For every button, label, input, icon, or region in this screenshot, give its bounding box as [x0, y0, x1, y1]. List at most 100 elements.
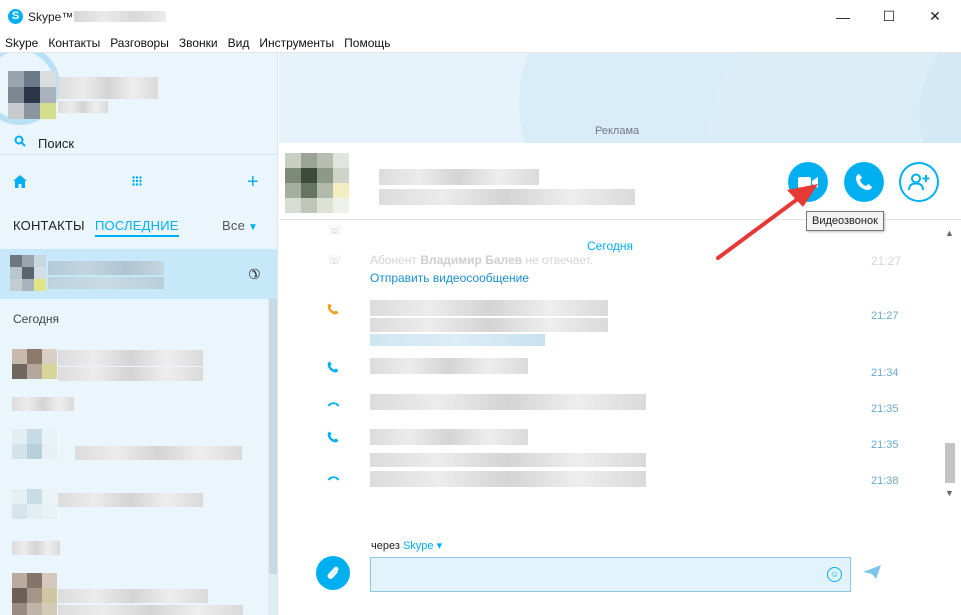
outgoing-call-icon	[327, 431, 339, 446]
scroll-down-arrow-icon[interactable]: ▼	[945, 488, 954, 498]
ad-banner[interactable]: Реклама	[279, 53, 961, 143]
missed-call-icon	[327, 303, 339, 318]
blurred-message	[370, 471, 646, 487]
skype-logo-icon: S	[8, 9, 23, 24]
blurred-user-name	[74, 11, 166, 22]
message-time: 21:38	[871, 475, 899, 487]
title-bar: S Skype™ - — ☐ ✕	[0, 0, 961, 33]
video-call-button[interactable]	[788, 162, 828, 202]
filter-dropdown[interactable]: Все ▼	[222, 218, 258, 233]
faded-time: 21:27	[871, 254, 902, 268]
menu-skype[interactable]: Skype	[0, 33, 43, 52]
audio-call-button[interactable]	[844, 162, 884, 202]
search-label: Поиск	[38, 136, 75, 151]
blurred-message	[370, 394, 646, 410]
window-title: Skype™ -	[28, 10, 81, 24]
avatar[interactable]	[285, 153, 349, 213]
sidebar: Поиск + КОНТАКТЫ ПОСЛЕДНИЕ Все ▼ ✆ Сегодн…	[0, 53, 278, 615]
blurred-link	[370, 334, 545, 346]
conversation-pane: Реклама ☏ Сегодня ☏ Абонент Владимир Бал…	[279, 53, 961, 615]
blurred-contact-name	[75, 446, 242, 460]
menu-calls[interactable]: Звонки	[174, 33, 223, 52]
blurred-contact-extra	[12, 541, 60, 555]
maximize-button[interactable]: ☐	[866, 0, 912, 33]
tab-contacts[interactable]: КОНТАКТЫ	[13, 218, 85, 233]
emoji-icon[interactable]: ☺	[827, 567, 842, 582]
message-time: 21:27	[871, 310, 899, 322]
blurred-contact-name	[58, 589, 208, 603]
missed-call-notice: Абонент Владимир Балев не отвечает.	[370, 253, 594, 267]
contact-tabs: КОНТАКТЫ ПОСЛЕДНИЕ Все ▼	[0, 215, 277, 237]
blurred-message	[370, 429, 528, 445]
avatar	[12, 573, 57, 615]
blurred-contact-status	[48, 277, 164, 289]
search-field[interactable]: Поиск	[0, 131, 277, 155]
add-contact-plus-icon[interactable]: +	[247, 171, 259, 194]
minimize-button[interactable]: —	[820, 0, 866, 33]
section-today: Сегодня	[13, 312, 59, 326]
menu-tools[interactable]: Инструменты	[254, 33, 339, 52]
message-time: 21:35	[871, 403, 899, 415]
avatar	[10, 255, 46, 291]
blurred-contact-name	[379, 169, 539, 185]
date-separator: Сегодня	[587, 239, 633, 253]
scroll-up-arrow-icon[interactable]: ▲	[945, 228, 954, 238]
call-ended-icon	[327, 470, 340, 485]
blurred-message	[370, 453, 646, 467]
call-ended-icon	[327, 396, 340, 411]
menu-view[interactable]: Вид	[223, 33, 255, 52]
video-call-tooltip: Видеозвонок	[806, 211, 884, 231]
blurred-contact-status	[58, 367, 203, 381]
send-button[interactable]	[863, 565, 881, 584]
home-icon[interactable]	[13, 175, 27, 193]
attach-button[interactable]	[316, 556, 350, 590]
blurred-profile-name	[58, 77, 158, 99]
history-scrollbar[interactable]: ▲ ▼	[943, 228, 957, 503]
blurred-contact-extra	[12, 397, 74, 411]
video-camera-icon	[798, 176, 818, 188]
avatar	[12, 349, 57, 379]
blurred-contact-name	[48, 261, 164, 275]
add-participant-button[interactable]	[899, 162, 939, 202]
search-icon	[14, 135, 26, 150]
faded-phone-icon: ☏	[327, 223, 343, 237]
tab-recent[interactable]: ПОСЛЕДНИЕ	[95, 218, 179, 237]
blurred-contact-status	[58, 605, 243, 615]
sidebar-nav: +	[0, 169, 277, 199]
avatar[interactable]	[8, 71, 56, 119]
list-item-selected[interactable]: ✆	[0, 249, 277, 299]
avatar	[12, 489, 57, 519]
outgoing-call-icon	[327, 361, 339, 376]
blurred-contact-status	[379, 189, 635, 205]
message-input[interactable]: ☺	[370, 557, 851, 592]
send-video-message-link[interactable]: Отправить видеосообщение	[370, 271, 529, 285]
hangup-phone-icon: ✆	[244, 264, 265, 284]
blurred-contact-name	[58, 350, 203, 366]
menu-conversations[interactable]: Разговоры	[105, 33, 174, 52]
send-via-selector[interactable]: через Skype ▾	[371, 539, 442, 552]
message-time: 21:34	[871, 367, 899, 379]
blurred-profile-status	[58, 101, 108, 113]
faded-phone-icon: ☏	[327, 253, 343, 267]
profile-area[interactable]	[0, 53, 277, 125]
menu-bar: Skype Контакты Разговоры Звонки Вид Инст…	[0, 33, 961, 53]
history-scrollbar-thumb[interactable]	[945, 443, 955, 483]
ad-label: Реклама	[595, 125, 640, 137]
sidebar-scrollbar-thumb[interactable]	[269, 299, 277, 574]
send-arrow-icon	[863, 565, 881, 579]
close-button[interactable]: ✕	[912, 0, 958, 33]
phone-icon	[856, 174, 872, 190]
filter-label: Все	[222, 218, 246, 233]
chevron-down-icon: ▼	[248, 222, 259, 233]
dialpad-icon[interactable]	[132, 175, 142, 193]
blurred-message	[370, 318, 608, 332]
conversation-header	[279, 145, 961, 220]
menu-contacts[interactable]: Контакты	[43, 33, 105, 52]
blurred-contact-name	[58, 493, 203, 507]
menu-help[interactable]: Помощь	[339, 33, 395, 52]
message-history: ☏ Сегодня ☏ Абонент Владимир Балев не от…	[279, 221, 961, 511]
blurred-message	[370, 300, 608, 316]
blurred-message	[370, 358, 528, 374]
chevron-down-icon: ▾	[436, 540, 443, 552]
message-time: 21:35	[871, 439, 899, 451]
